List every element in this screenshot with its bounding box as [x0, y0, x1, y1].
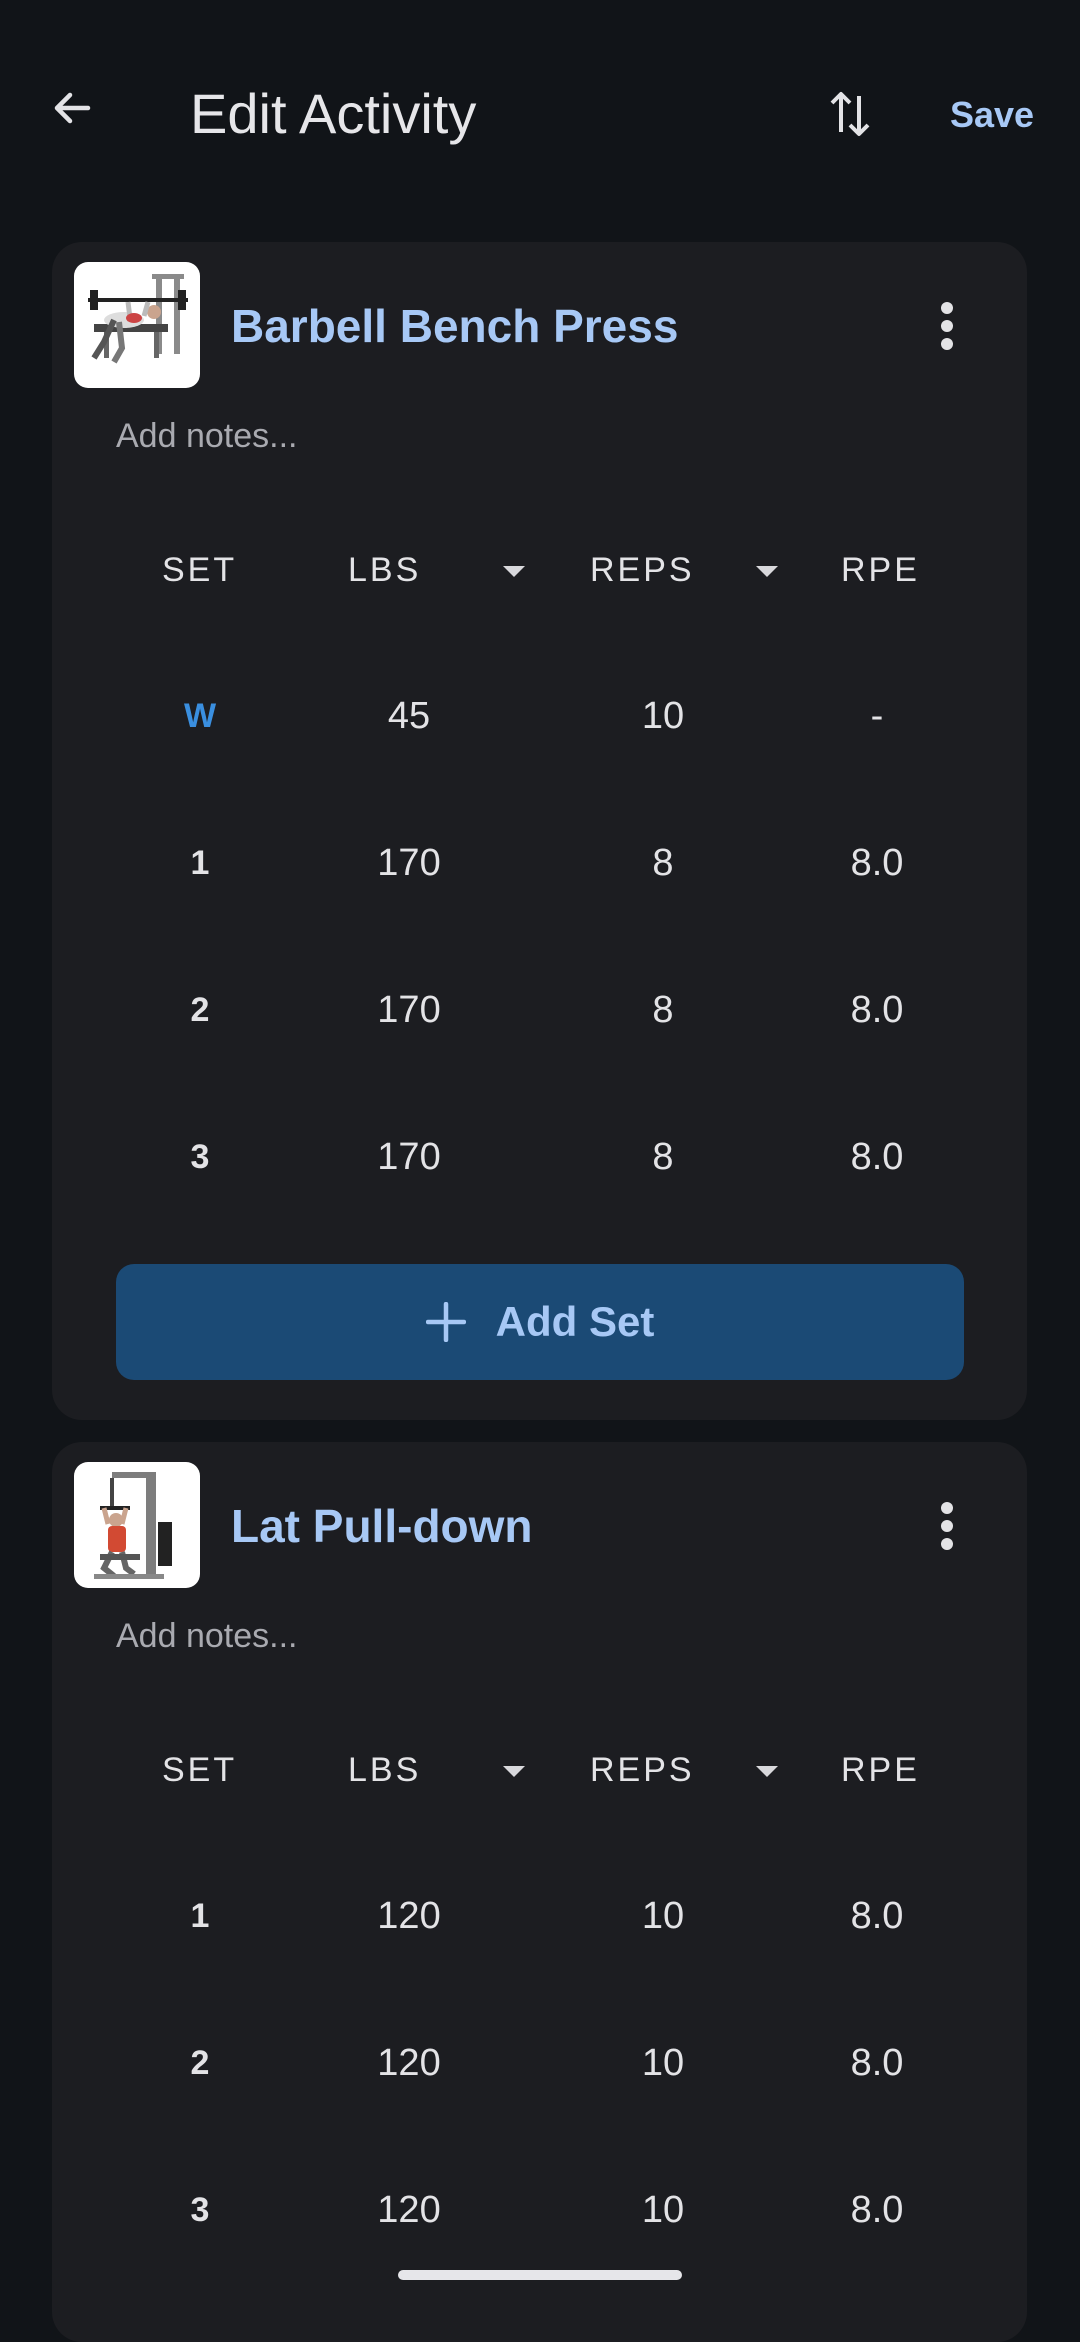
- set-number[interactable]: 2: [120, 2038, 280, 2088]
- app-bar: Edit Activity Save: [0, 0, 1080, 230]
- rpe-cell[interactable]: 8.0: [797, 838, 957, 888]
- exercise-thumbnail[interactable]: [74, 262, 200, 388]
- reps-cell[interactable]: 10: [583, 1891, 743, 1941]
- notes-input[interactable]: Add notes...: [116, 1614, 297, 1658]
- bench-press-image: [88, 274, 188, 364]
- exercise-card: Lat Pull-down Add notes... SET LBS REPS …: [52, 1442, 1027, 2342]
- column-header-set: SET: [162, 551, 238, 589]
- weight-cell[interactable]: 120: [329, 2185, 489, 2235]
- column-header-reps[interactable]: REPS: [590, 1748, 695, 1792]
- rpe-cell[interactable]: -: [797, 691, 957, 741]
- exercise-name[interactable]: Barbell Bench Press: [231, 296, 678, 356]
- lbs-dropdown-icon[interactable]: [503, 566, 525, 577]
- weight-cell[interactable]: 170: [329, 1132, 489, 1182]
- weight-cell[interactable]: 120: [329, 2038, 489, 2088]
- rpe-cell[interactable]: 8.0: [797, 1132, 957, 1182]
- column-header-lbs[interactable]: LBS: [348, 548, 421, 592]
- column-header-lbs[interactable]: LBS: [348, 1748, 421, 1792]
- set-number-warmup[interactable]: W: [120, 691, 280, 741]
- reps-cell[interactable]: 10: [583, 2038, 743, 2088]
- column-header-rpe: RPE: [841, 551, 920, 589]
- home-indicator[interactable]: [398, 2270, 682, 2280]
- more-options-button[interactable]: [917, 1486, 977, 1566]
- set-number[interactable]: 3: [120, 2185, 280, 2235]
- more-options-button[interactable]: [917, 286, 977, 366]
- column-header-reps[interactable]: REPS: [590, 548, 695, 592]
- lat-pulldown-image: [94, 1472, 172, 1579]
- arrow-back-icon: [54, 92, 91, 124]
- reps-cell[interactable]: 8: [583, 1132, 743, 1182]
- set-number[interactable]: 2: [120, 985, 280, 1035]
- weight-cell[interactable]: 170: [329, 838, 489, 888]
- reps-cell[interactable]: 8: [583, 985, 743, 1035]
- add-set-button[interactable]: Add Set: [116, 1264, 964, 1380]
- exercise-thumbnail[interactable]: [74, 1462, 200, 1588]
- lbs-dropdown-icon[interactable]: [503, 1766, 525, 1777]
- add-set-label: Add Set: [495, 1298, 655, 1345]
- plus-icon: [425, 1302, 466, 1342]
- notes-input[interactable]: Add notes...: [116, 414, 297, 458]
- exercise-name[interactable]: Lat Pull-down: [231, 1496, 533, 1556]
- back-button[interactable]: [40, 76, 104, 140]
- set-number[interactable]: 1: [120, 838, 280, 888]
- column-header-set: SET: [162, 1751, 238, 1789]
- weight-cell[interactable]: 170: [329, 985, 489, 1035]
- reorder-button[interactable]: [818, 82, 882, 146]
- column-header-rpe: RPE: [841, 1751, 920, 1789]
- weight-cell[interactable]: 120: [329, 1891, 489, 1941]
- swap-vert-icon: [830, 92, 870, 136]
- rpe-cell[interactable]: 8.0: [797, 985, 957, 1035]
- rpe-cell[interactable]: 8.0: [797, 2038, 957, 2088]
- reps-dropdown-icon[interactable]: [756, 1766, 778, 1777]
- save-button[interactable]: Save: [950, 88, 1034, 142]
- rpe-cell[interactable]: 8.0: [797, 2185, 957, 2235]
- more-vert-icon: [941, 302, 953, 350]
- weight-cell[interactable]: 45: [329, 691, 489, 741]
- reps-cell[interactable]: 8: [583, 838, 743, 888]
- more-vert-icon: [941, 1502, 953, 1550]
- exercise-card: Barbell Bench Press Add notes... SET LBS…: [52, 242, 1027, 1420]
- set-number[interactable]: 1: [120, 1891, 280, 1941]
- rpe-cell[interactable]: 8.0: [797, 1891, 957, 1941]
- set-number[interactable]: 3: [120, 1132, 280, 1182]
- page-title: Edit Activity: [190, 82, 477, 145]
- reps-cell[interactable]: 10: [583, 691, 743, 741]
- reps-cell[interactable]: 10: [583, 2185, 743, 2235]
- reps-dropdown-icon[interactable]: [756, 566, 778, 577]
